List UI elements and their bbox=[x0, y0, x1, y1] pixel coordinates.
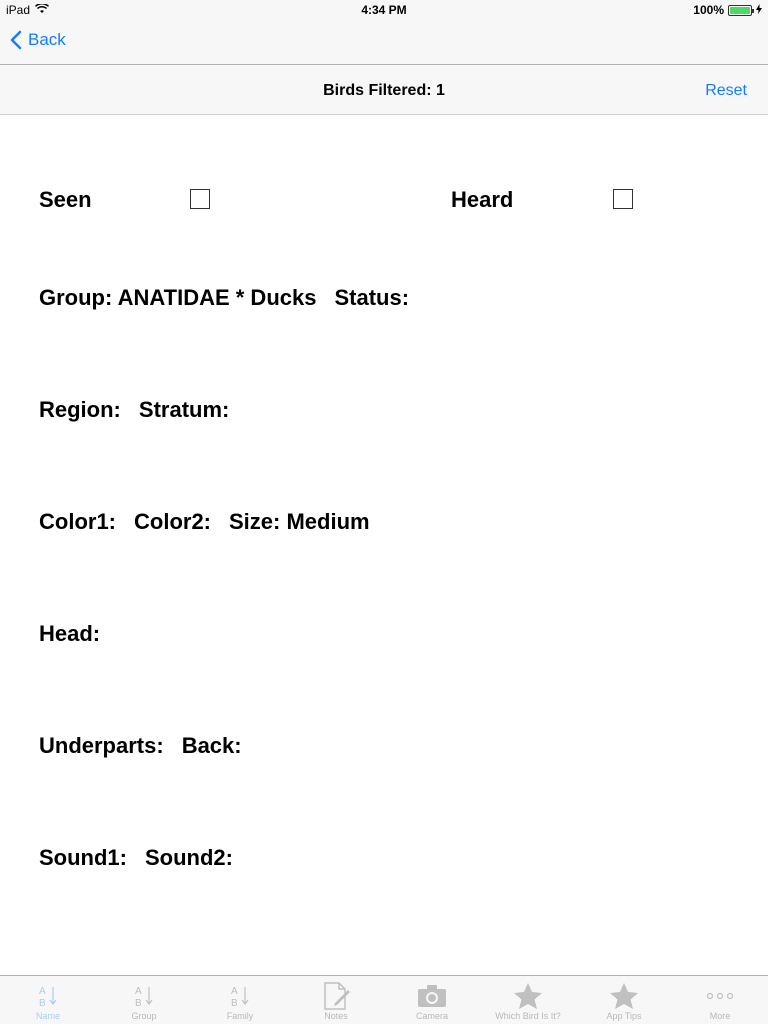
birds-filtered-title: Birds Filtered: 1 bbox=[323, 82, 445, 99]
svg-text:A: A bbox=[231, 986, 238, 997]
tab-label: Notes bbox=[324, 1011, 348, 1021]
tab-label: More bbox=[709, 1011, 731, 1021]
color2-value: Color2: bbox=[134, 509, 211, 534]
svg-text:A: A bbox=[39, 986, 46, 997]
tab-bar: AB Name AB Group AB Family Notes Camera … bbox=[0, 975, 768, 1024]
status-value: Status: bbox=[334, 285, 410, 310]
tab-notes[interactable]: Notes bbox=[288, 976, 384, 1024]
back-button[interactable]: Back bbox=[10, 30, 66, 50]
tab-label: Group bbox=[131, 1011, 157, 1021]
status-bar: iPad 4:34 PM 100% bbox=[0, 0, 768, 20]
tab-name[interactable]: AB Name bbox=[0, 976, 96, 1024]
tab-group[interactable]: AB Group bbox=[96, 976, 192, 1024]
reset-button[interactable]: Reset bbox=[705, 82, 747, 100]
tab-label: Which Bird Is It? bbox=[495, 1011, 561, 1021]
back-value: Back: bbox=[181, 733, 242, 758]
navigation-bar: Back bbox=[0, 20, 768, 65]
tab-app-tips[interactable]: App Tips bbox=[576, 976, 672, 1024]
region-stratum-row: Region: Stratum: bbox=[39, 397, 247, 423]
underparts-back-row: Underparts: Back: bbox=[39, 733, 260, 759]
tab-family[interactable]: AB Family bbox=[192, 976, 288, 1024]
heard-label: Heard bbox=[451, 187, 514, 212]
group-status-row: Group: ANATIDAE * Ducks Status: bbox=[39, 285, 427, 311]
sound-row: Sound1: Sound2: bbox=[39, 845, 251, 871]
head-value: Head: bbox=[39, 621, 101, 646]
status-time: 4:34 PM bbox=[361, 3, 407, 17]
az-sort-icon: AB bbox=[133, 981, 155, 1011]
group-value: Group: ANATIDAE * Ducks bbox=[39, 285, 317, 310]
svg-text:B: B bbox=[39, 998, 46, 1009]
tab-camera[interactable]: Camera bbox=[384, 976, 480, 1024]
battery-percent: 100% bbox=[693, 3, 724, 17]
star-icon bbox=[513, 981, 543, 1011]
charging-icon bbox=[756, 3, 762, 17]
svg-text:B: B bbox=[135, 998, 142, 1009]
tab-label: Family bbox=[226, 1011, 254, 1021]
color-size-row: Color1: Color2: Size: Medium bbox=[39, 509, 388, 535]
notes-icon bbox=[321, 981, 351, 1011]
filter-summary: Seen Heard Group: ANATIDAE * Ducks Status… bbox=[0, 115, 768, 975]
stratum-value: Stratum: bbox=[138, 397, 230, 422]
back-label: Back bbox=[28, 30, 66, 49]
sound1-value: Sound1: bbox=[39, 845, 127, 870]
star-icon bbox=[609, 981, 639, 1011]
region-value: Region: bbox=[39, 397, 121, 422]
camera-icon bbox=[417, 981, 447, 1011]
seen-checkbox[interactable] bbox=[190, 189, 210, 209]
sound2-value: Sound2: bbox=[145, 845, 233, 870]
svg-text:A: A bbox=[135, 986, 142, 997]
battery-icon bbox=[728, 4, 754, 16]
tab-which-bird[interactable]: Which Bird Is It? bbox=[480, 976, 576, 1024]
az-sort-icon: AB bbox=[229, 981, 251, 1011]
more-icon bbox=[706, 981, 734, 1011]
color1-value: Color1: bbox=[39, 509, 116, 534]
filter-toolbar: Birds Filtered: 1 Reset bbox=[0, 65, 768, 115]
svg-text:B: B bbox=[231, 998, 238, 1009]
head-row: Head: bbox=[39, 621, 118, 647]
size-value: Size: Medium bbox=[229, 509, 370, 534]
chevron-left-icon bbox=[10, 30, 22, 50]
tab-label: Name bbox=[35, 1011, 60, 1021]
tab-label: App Tips bbox=[606, 1011, 642, 1021]
tab-label: Camera bbox=[415, 1011, 448, 1021]
tab-more[interactable]: More bbox=[672, 976, 768, 1024]
underparts-value: Underparts: bbox=[39, 733, 164, 758]
heard-checkbox[interactable] bbox=[613, 189, 633, 209]
seen-label: Seen bbox=[39, 187, 92, 212]
az-sort-icon: AB bbox=[37, 981, 59, 1011]
status-right: 100% bbox=[693, 3, 762, 17]
